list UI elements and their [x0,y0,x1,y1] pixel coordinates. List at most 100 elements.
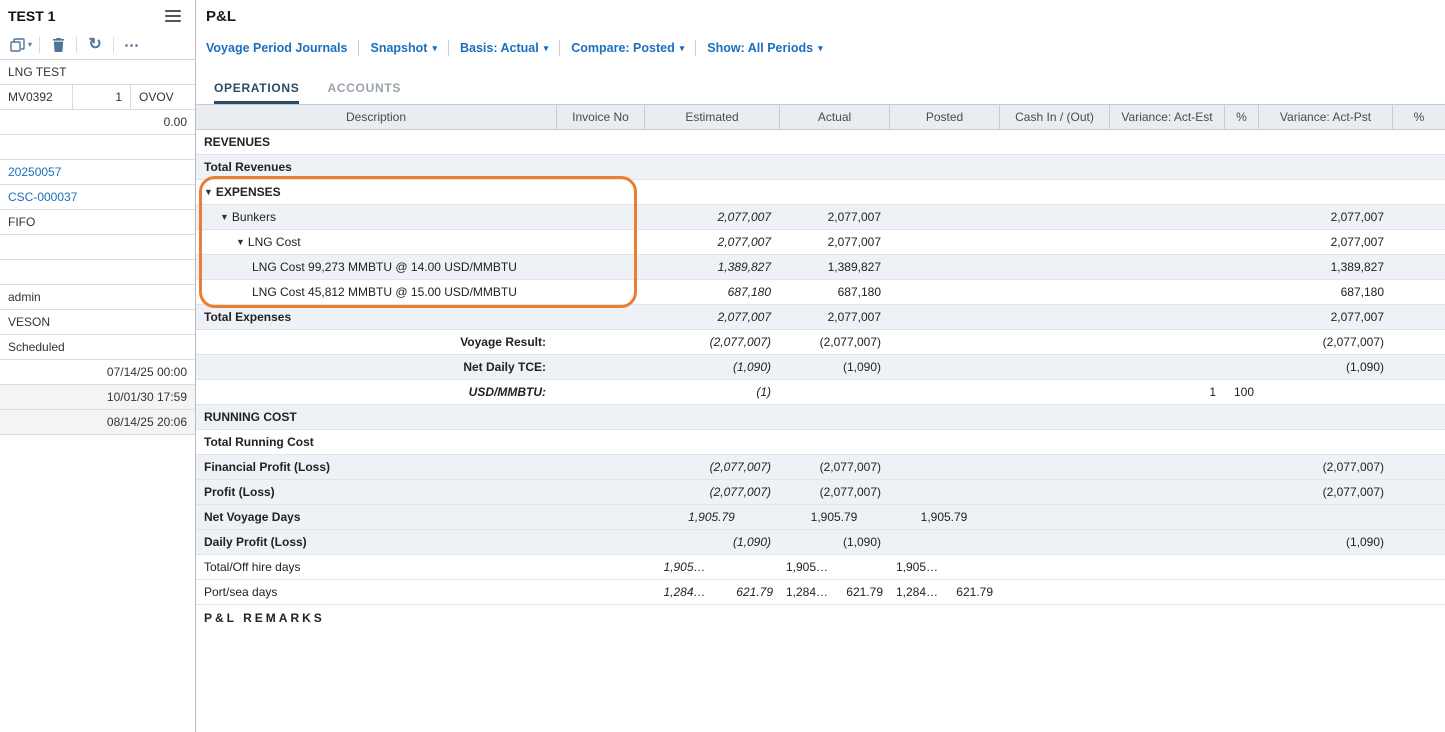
description-cell: Financial Profit (Loss) [196,455,556,479]
show-periods-dropdown-label: Show: All Periods [707,41,813,55]
row-label: Total Expenses [204,310,291,324]
toolbar-separator [113,37,114,53]
row-label: Total Revenues [204,160,292,174]
table-row-p-l-remarks: P&L REMARKS [196,605,1445,630]
sub-value: 1,905… [779,560,834,574]
description-cell: REVENUES [196,130,556,154]
sidebar: TEST 1 ▾ ↻ [0,0,196,732]
cell-actual: 2,077,007 [779,210,889,224]
collapse-arrow-icon[interactable]: ▼ [204,187,213,197]
sub-value [944,560,999,574]
table-row-lng-cost[interactable]: ▼LNG Cost2,077,0072,077,0072,077,007 [196,230,1445,255]
basis-dropdown[interactable]: Basis: Actual▾ [460,41,548,55]
snapshot-dropdown[interactable]: Snapshot▾ [370,41,436,55]
cell-varActPst: (2,077,007) [1258,335,1392,349]
sidebar-link[interactable]: 20250057 [0,160,195,184]
description-cell: ▼LNG Cost [196,230,556,254]
table-row-profit-loss: Profit (Loss)(2,077,007)(2,077,007)(2,07… [196,480,1445,505]
cell-actual: (2,077,007) [779,460,889,474]
description-cell: LNG Cost 99,273 MMBTU @ 14.00 USD/MMBTU [196,255,556,279]
sidebar-field-row: Scheduled [0,335,195,360]
table-row-expenses[interactable]: ▼EXPENSES [196,180,1445,205]
cell-posted: 1,905.79 [889,510,999,524]
cell-varActEst: 1 [1109,385,1224,399]
more-button[interactable]: ⋯ [121,34,143,56]
sidebar-field-value: 08/14/25 20:06 [0,410,195,434]
sub-value: 1,284… [644,585,712,599]
row-label: Daily Profit (Loss) [204,535,307,549]
table-row-port-sea-days: Port/sea days1,284…621.791,284…621.791,2… [196,580,1445,605]
cell-estimated: 1,905.79 [644,510,779,524]
description-cell: Daily Profit (Loss) [196,530,556,554]
chevron-down-icon: ▾ [680,42,685,54]
sidebar-field-row: 08/14/25 20:06 [0,410,195,435]
cell-estimated: (1,090) [644,535,779,549]
row-label: Profit (Loss) [204,485,275,499]
description-cell: RUNNING COST [196,405,556,429]
table-row-net-voyage-days: Net Voyage Days1,905.791,905.791,905.79 [196,505,1445,530]
cell-estimated: 1,389,827 [644,260,779,274]
sidebar-field-row: 10/01/30 17:59 [0,385,195,410]
table-row-revenues: REVENUES [196,130,1445,155]
menu-icon[interactable] [163,7,183,25]
description-cell: Net Daily TCE: [196,355,556,379]
tab-operations[interactable]: OPERATIONS [214,81,299,104]
cell-estimated: 1,905… [644,560,779,574]
table-row-lng-cost-45-812-mmbtu-15-00-usd-mmbtu: LNG Cost 45,812 MMBTU @ 15.00 USD/MMBTU6… [196,280,1445,305]
pnl-remarks-input[interactable] [196,630,1445,732]
toolbar-separator [39,37,40,53]
sidebar-empty-row [0,235,195,260]
cell-estimated: 687,180 [644,285,779,299]
column-header-variance-act-pst: Variance: Act-Pst [1258,105,1392,129]
cell-varActPst: 2,077,007 [1258,210,1392,224]
description-cell: Port/sea days [196,580,556,604]
copy-voyage-button[interactable]: ▾ [10,34,32,56]
copy-icon [10,38,25,52]
cell-actual: 687,180 [779,285,889,299]
row-label: P&L REMARKS [204,611,325,625]
cell-estimated: 2,077,007 [644,310,779,324]
sub-value: 1,284… [889,585,944,599]
compare-dropdown[interactable]: Compare: Posted▾ [571,41,684,55]
cell-estimated: (1) [644,385,779,399]
voyage-period-journals-button[interactable]: Voyage Period Journals [206,41,347,55]
delete-button[interactable] [47,34,69,56]
description-cell: ▼EXPENSES [196,180,556,204]
tab-accounts[interactable]: ACCOUNTS [327,81,401,104]
cell-actual: 2,077,007 [779,235,889,249]
cell-varActPst: 2,077,007 [1258,235,1392,249]
row-label: Net Voyage Days [204,510,301,524]
row-label: LNG Cost [248,235,301,249]
description-cell: Voyage Result: [196,330,556,354]
trash-icon [52,38,65,52]
description-cell: Total Revenues [196,155,556,179]
refresh-button[interactable]: ↻ [84,34,106,56]
sub-value: 621.79 [712,585,780,599]
table-row-total-expenses: Total Expenses2,077,0072,077,0072,077,00… [196,305,1445,330]
cell-estimated: (2,077,007) [644,460,779,474]
cell-estimated: (2,077,007) [644,335,779,349]
show-periods-dropdown[interactable]: Show: All Periods▾ [707,41,822,55]
sidebar-link[interactable]: CSC-000037 [0,185,195,209]
sidebar-field-row: 07/14/25 00:00 [0,360,195,385]
cell-estimated: 2,077,007 [644,210,779,224]
cell-estimated: 2,077,007 [644,235,779,249]
cell-varActPst: 687,180 [1258,285,1392,299]
sidebar-field-row: FIFO [0,210,195,235]
table-row-financial-profit-loss: Financial Profit (Loss) (2,077,007)(2,077… [196,455,1445,480]
table-row-running-cost: RUNNING COST [196,405,1445,430]
collapse-arrow-icon[interactable]: ▼ [220,212,229,222]
cell-varActPst: 1,389,827 [1258,260,1392,274]
description-cell: P&L REMARKS [196,605,556,630]
description-cell: Total Running Cost [196,430,556,454]
chevron-down-icon: ▾ [544,42,549,54]
row-label: Voyage Result: [460,335,546,349]
column-header-posted: Posted [889,105,999,129]
sidebar-field-value: 07/14/25 00:00 [0,360,195,384]
table-row-total-off-hire-days: Total/Off hire days1,905…1,905…1,905… [196,555,1445,580]
collapse-arrow-icon[interactable]: ▼ [236,237,245,247]
sub-value: 621.79 [834,585,889,599]
table-row-bunkers[interactable]: ▼Bunkers2,077,0072,077,0072,077,007 [196,205,1445,230]
table-row-net-daily-tce: Net Daily TCE:(1,090)(1,090)(1,090) [196,355,1445,380]
snapshot-dropdown-label: Snapshot [370,41,427,55]
